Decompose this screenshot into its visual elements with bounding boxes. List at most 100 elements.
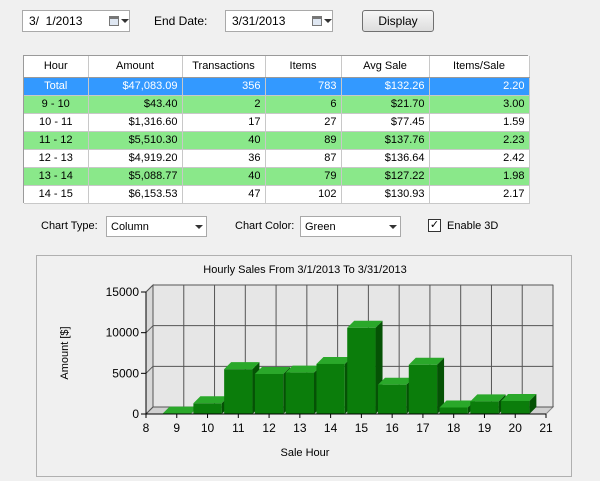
enable-3d-label: Enable 3D [447,220,498,232]
start-date-value: 3/ 1/2013 [23,14,109,28]
table-cell: 79 [265,167,341,185]
table-row[interactable]: 9 - 10$43.4026$21.703.00 [24,95,529,113]
table-cell: $4,919.20 [88,149,182,167]
table-cell: $1,316.60 [88,113,182,131]
bar [224,369,252,414]
table-cell: 11 - 12 [24,131,88,149]
table-cell: $5,088.77 [88,167,182,185]
table-cell: 102 [265,185,341,203]
x-tick-label: 18 [447,421,461,435]
display-button[interactable]: Display [362,10,434,32]
table-cell: 1.98 [429,167,529,185]
table-cell: 2.17 [429,185,529,203]
calendar-icon [109,16,119,26]
table-cell: 27 [265,113,341,131]
table-cell: 9 - 10 [24,95,88,113]
chart-color-label: Chart Color: [235,220,294,232]
sales-chart: Hourly Sales From 3/1/2013 To 3/31/20130… [37,256,573,478]
start-date-picker[interactable]: 3/ 1/2013 [22,10,130,32]
y-tick-label: 15000 [106,285,140,299]
table-cell: $47,083.09 [88,77,182,95]
x-tick-label: 8 [143,421,150,435]
bar [440,407,468,414]
column-header[interactable]: Hour [24,56,88,77]
table-row[interactable]: 14 - 15$6,153.5347102$130.932.17 [24,185,529,203]
sales-table[interactable]: Hour Amount Transactions Items Avg Sale … [23,55,528,203]
y-tick-label: 10000 [106,326,140,340]
table-cell: 6 [265,95,341,113]
table-row[interactable]: 12 - 13$4,919.203687$136.642.42 [24,149,529,167]
table-cell: $21.70 [341,95,429,113]
enable-3d-checkbox[interactable]: ✓ [428,219,441,232]
calendar-dropdown-button[interactable] [109,16,129,26]
table-row[interactable]: 10 - 11$1,316.601727$77.451.59 [24,113,529,131]
table-cell: $77.45 [341,113,429,131]
table-row[interactable]: 13 - 14$5,088.774079$127.221.98 [24,167,529,185]
table-cell: 87 [265,149,341,167]
table-cell: $5,510.30 [88,131,182,149]
x-tick-label: 16 [385,421,399,435]
table-cell: $137.76 [341,131,429,149]
chart-left-wall [146,285,153,414]
chart-panel: Hourly Sales From 3/1/2013 To 3/31/20130… [36,255,572,477]
table-cell: 89 [265,131,341,149]
chevron-down-icon [324,19,332,23]
bar [286,373,314,414]
chevron-down-icon [195,225,203,229]
y-axis-title: Amount [$] [59,326,71,379]
table-cell: 2.20 [429,77,529,95]
chart-type-select[interactable]: Column [106,216,207,237]
table-cell: 783 [265,77,341,95]
column-header[interactable]: Transactions [182,56,265,77]
table-cell: 2.23 [429,131,529,149]
calendar-dropdown-button[interactable] [312,16,332,26]
table-cell: 40 [182,167,265,185]
bar [501,401,529,414]
table-cell: 40 [182,131,265,149]
x-tick-label: 21 [539,421,553,435]
end-date-label: End Date: [154,14,207,28]
chart-title: Hourly Sales From 3/1/2013 To 3/31/2013 [203,264,406,276]
table-cell: $130.93 [341,185,429,203]
column-header[interactable]: Avg Sale [341,56,429,77]
bar [378,385,406,414]
x-tick-label: 12 [262,421,276,435]
x-tick-label: 17 [416,421,430,435]
table-cell: Total [24,77,88,95]
checkmark-icon: ✓ [430,219,439,231]
column-header[interactable]: Items [265,56,341,77]
x-tick-label: 19 [478,421,492,435]
chart-type-value: Column [107,221,190,233]
bar [409,365,437,414]
column-header[interactable]: Amount [88,56,182,77]
x-tick-label: 20 [509,421,523,435]
table-cell: 17 [182,113,265,131]
bar [470,401,498,414]
column-header[interactable]: Items/Sale [429,56,529,77]
table-row[interactable]: 11 - 12$5,510.304089$137.762.23 [24,131,529,149]
table-cell: 12 - 13 [24,149,88,167]
x-tick-label: 13 [293,421,307,435]
end-date-picker[interactable]: 3/31/2013 [225,10,333,32]
bar [316,364,344,414]
bar [255,374,283,414]
chart-color-select[interactable]: Green [300,216,401,237]
chevron-down-icon [121,19,129,23]
table-cell: $43.40 [88,95,182,113]
bar [347,328,375,414]
table-cell: 3.00 [429,95,529,113]
table-cell: 1.59 [429,113,529,131]
x-tick-label: 14 [324,421,338,435]
table-cell: 36 [182,149,265,167]
total-row[interactable]: Total$47,083.09356783$132.262.20 [24,77,529,95]
chevron-down-icon [389,225,397,229]
y-tick-label: 5000 [112,366,139,380]
table-cell: 13 - 14 [24,167,88,185]
table-cell: $127.22 [341,167,429,185]
x-tick-label: 15 [355,421,369,435]
table-cell: 2 [182,95,265,113]
table-cell: 10 - 11 [24,113,88,131]
end-date-value: 3/31/2013 [226,14,312,28]
x-tick-label: 11 [232,421,245,435]
table-cell: $6,153.53 [88,185,182,203]
